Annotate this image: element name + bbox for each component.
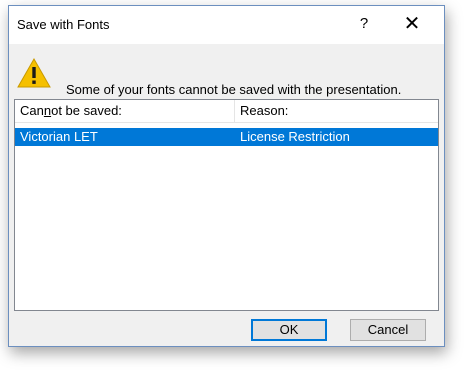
warning-triangle-icon — [17, 58, 51, 88]
column-header-cannot-be-saved[interactable]: Cannot be saved: — [15, 100, 235, 122]
help-button[interactable]: ? — [352, 14, 376, 34]
warning-message: Some of your fonts cannot be saved with … — [66, 82, 402, 97]
column-header-label: Can — [20, 103, 44, 118]
reason-cell: License Restriction — [240, 129, 350, 144]
title-bar: Save with Fonts ? ✕ — [9, 6, 444, 44]
cancel-button[interactable]: Cancel — [350, 319, 426, 341]
fonts-list[interactable]: Cannot be saved: Reason: Victorian LET L… — [14, 99, 439, 311]
mnemonic-letter: n — [43, 103, 52, 118]
list-item[interactable]: Victorian LET License Restriction — [15, 128, 438, 146]
font-name-cell: Victorian LET — [20, 129, 98, 144]
column-header-label-rest: ot be saved: — [51, 103, 122, 118]
close-button[interactable]: ✕ — [400, 12, 424, 36]
dialog-title: Save with Fonts — [17, 17, 110, 32]
ok-button[interactable]: OK — [251, 319, 327, 341]
column-header-reason[interactable]: Reason: — [235, 100, 438, 122]
list-header: Cannot be saved: Reason: — [15, 100, 438, 123]
save-with-fonts-dialog: Save with Fonts ? ✕ Some of your fonts c… — [8, 5, 445, 347]
